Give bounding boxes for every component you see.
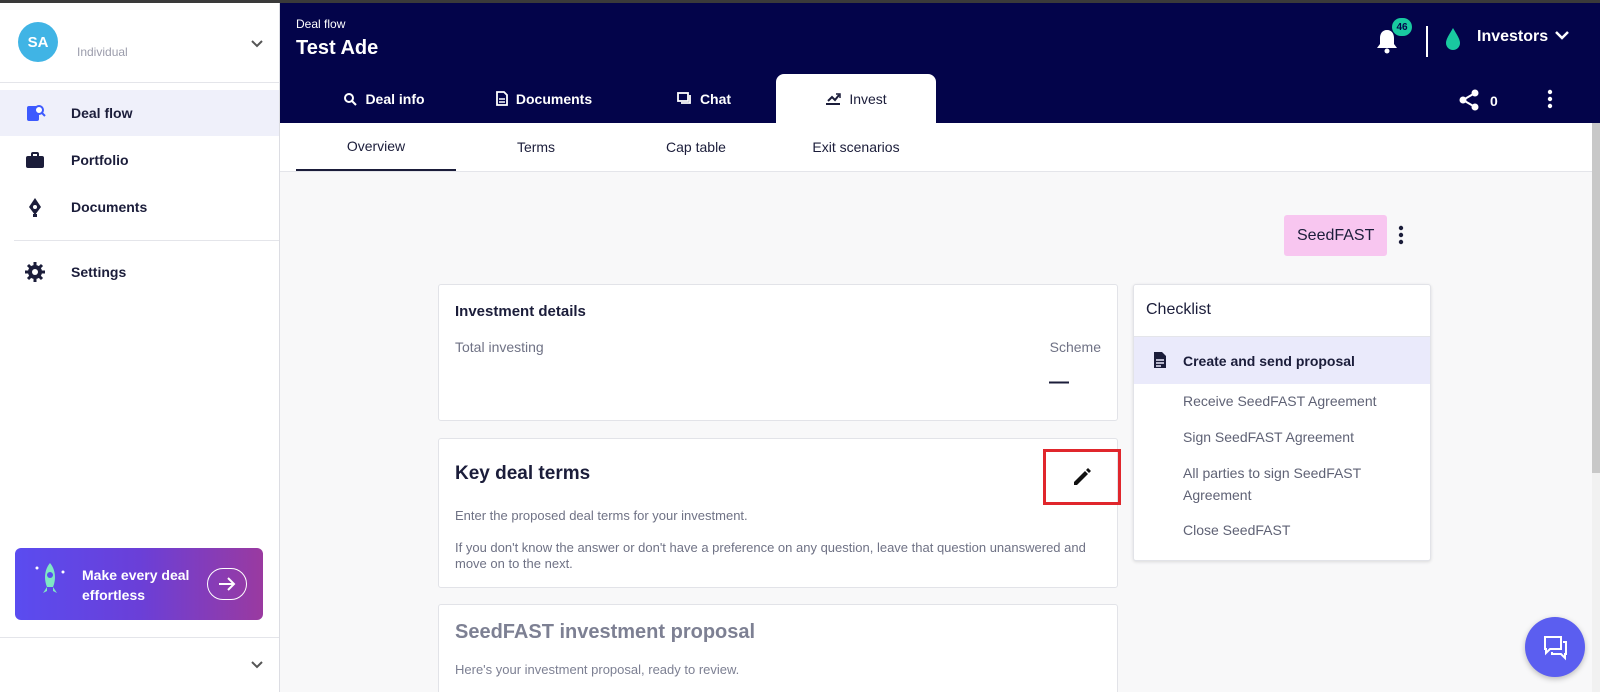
sidebar-item-settings[interactable]: Settings [0, 249, 279, 295]
sidebar-item-label: Deal flow [71, 105, 133, 121]
sidebar-item-deal-flow[interactable]: Deal flow [0, 90, 279, 136]
sidebar-item-label: Portfolio [71, 152, 129, 168]
more-vertical-icon[interactable] [1397, 225, 1405, 245]
document-icon [495, 91, 508, 106]
search-icon [344, 92, 358, 106]
nav-divider [14, 240, 279, 241]
chat-icon [677, 91, 691, 104]
checklist-item[interactable]: Receive SeedFAST Agreement [1134, 390, 1430, 412]
sidebar-item-label: Documents [71, 199, 148, 215]
account-type: Individual [77, 45, 128, 59]
pen-nib-icon [29, 198, 41, 217]
deal-flow-icon [27, 105, 46, 121]
rocket-icon [35, 563, 65, 593]
card-title: Investment details [455, 303, 586, 320]
gear-icon [25, 262, 45, 282]
card-description: Here's your investment proposal, ready t… [455, 662, 740, 677]
scheme-label: Scheme [1049, 339, 1101, 355]
tab-invest[interactable]: Invest [776, 74, 936, 123]
arrow-right-icon[interactable] [207, 568, 247, 600]
share-count: 0 [1490, 93, 1498, 109]
sidebar: SA Individual Deal flow Portfolio Docume… [0, 3, 280, 692]
pencil-icon [1074, 468, 1091, 485]
checklist-item[interactable]: Create and send proposal [1134, 337, 1430, 384]
account-switcher[interactable]: SA Individual [0, 3, 279, 83]
tab-deal-info[interactable]: Deal info [304, 74, 464, 123]
droplet-icon [1446, 28, 1460, 50]
notification-badge: 46 [1392, 18, 1412, 36]
chevron-down-icon[interactable] [250, 39, 264, 49]
scrollbar[interactable] [1592, 123, 1600, 692]
briefcase-icon [26, 152, 44, 168]
checklist-item[interactable]: Close SeedFAST [1134, 519, 1430, 541]
tab-label: Chat [699, 90, 732, 107]
page-title: Test Ade [296, 37, 379, 59]
proposal-card: SeedFAST investment proposal Here's your… [438, 604, 1118, 692]
header-divider [1426, 26, 1428, 57]
tab-label: Deal info [365, 90, 425, 107]
key-deal-terms-card: Key deal terms Enter the proposed deal t… [438, 438, 1121, 588]
tab-chat[interactable]: Chat [624, 74, 784, 123]
chevron-down-icon[interactable] [1554, 29, 1570, 41]
checklist-item[interactable]: All parties to sign SeedFAST Agreement [1134, 462, 1414, 506]
card-title: SeedFAST investment proposal [455, 621, 756, 643]
checklist-panel: Checklist Create and send proposal Recei… [1133, 284, 1431, 561]
invest-icon [826, 92, 842, 105]
chat-bubble-icon [1544, 636, 1567, 661]
chat-support-button[interactable] [1525, 617, 1585, 677]
subtab-exit-scenarios[interactable]: Exit scenarios [776, 123, 936, 171]
sidebar-footer [0, 637, 279, 692]
tab-label: Documents [515, 90, 593, 107]
scrollbar-thumb[interactable] [1592, 123, 1600, 473]
workspace-selector[interactable]: Investors [1477, 28, 1548, 46]
promo-text: Make every deal effortless [82, 567, 190, 603]
sidebar-item-documents[interactable]: Documents [0, 184, 279, 230]
total-investing-label: Total investing [455, 339, 544, 355]
checklist-item[interactable]: Sign SeedFAST Agreement [1134, 426, 1430, 448]
sidebar-item-portfolio[interactable]: Portfolio [0, 137, 279, 183]
subtab-overview[interactable]: Overview [296, 123, 456, 171]
chevron-down-icon[interactable] [250, 660, 264, 670]
more-vertical-icon[interactable] [1546, 89, 1554, 109]
card-description: Enter the proposed deal terms for your i… [455, 508, 748, 523]
tab-label: Invest [849, 90, 887, 107]
investment-details-card: Investment details Total investing Schem… [438, 284, 1118, 421]
subtab-cap-table[interactable]: Cap table [616, 123, 776, 171]
deal-header: Deal flow Test Ade 46 Investors Deal inf… [280, 3, 1600, 123]
subtab-bar: Overview Terms Cap table Exit scenarios [280, 123, 1592, 172]
breadcrumb[interactable]: Deal flow [296, 17, 345, 31]
checklist-item-label: Create and send proposal [1183, 352, 1355, 369]
card-title: Key deal terms [455, 463, 591, 484]
tab-documents[interactable]: Documents [464, 74, 624, 123]
scheme-chip[interactable]: SeedFAST [1284, 215, 1388, 256]
edit-terms-button[interactable] [1043, 449, 1121, 505]
card-description: If you don't know the answer or don't ha… [455, 540, 1086, 571]
promo-banner[interactable]: Make every deal effortless [15, 548, 263, 620]
scheme-value: — [1049, 371, 1069, 393]
subtab-terms[interactable]: Terms [456, 123, 616, 171]
sidebar-item-label: Settings [71, 264, 127, 280]
checklist-title: Checklist [1146, 301, 1211, 318]
avatar[interactable]: SA [18, 22, 58, 62]
share-icon[interactable] [1458, 89, 1480, 111]
document-icon [1154, 352, 1166, 368]
